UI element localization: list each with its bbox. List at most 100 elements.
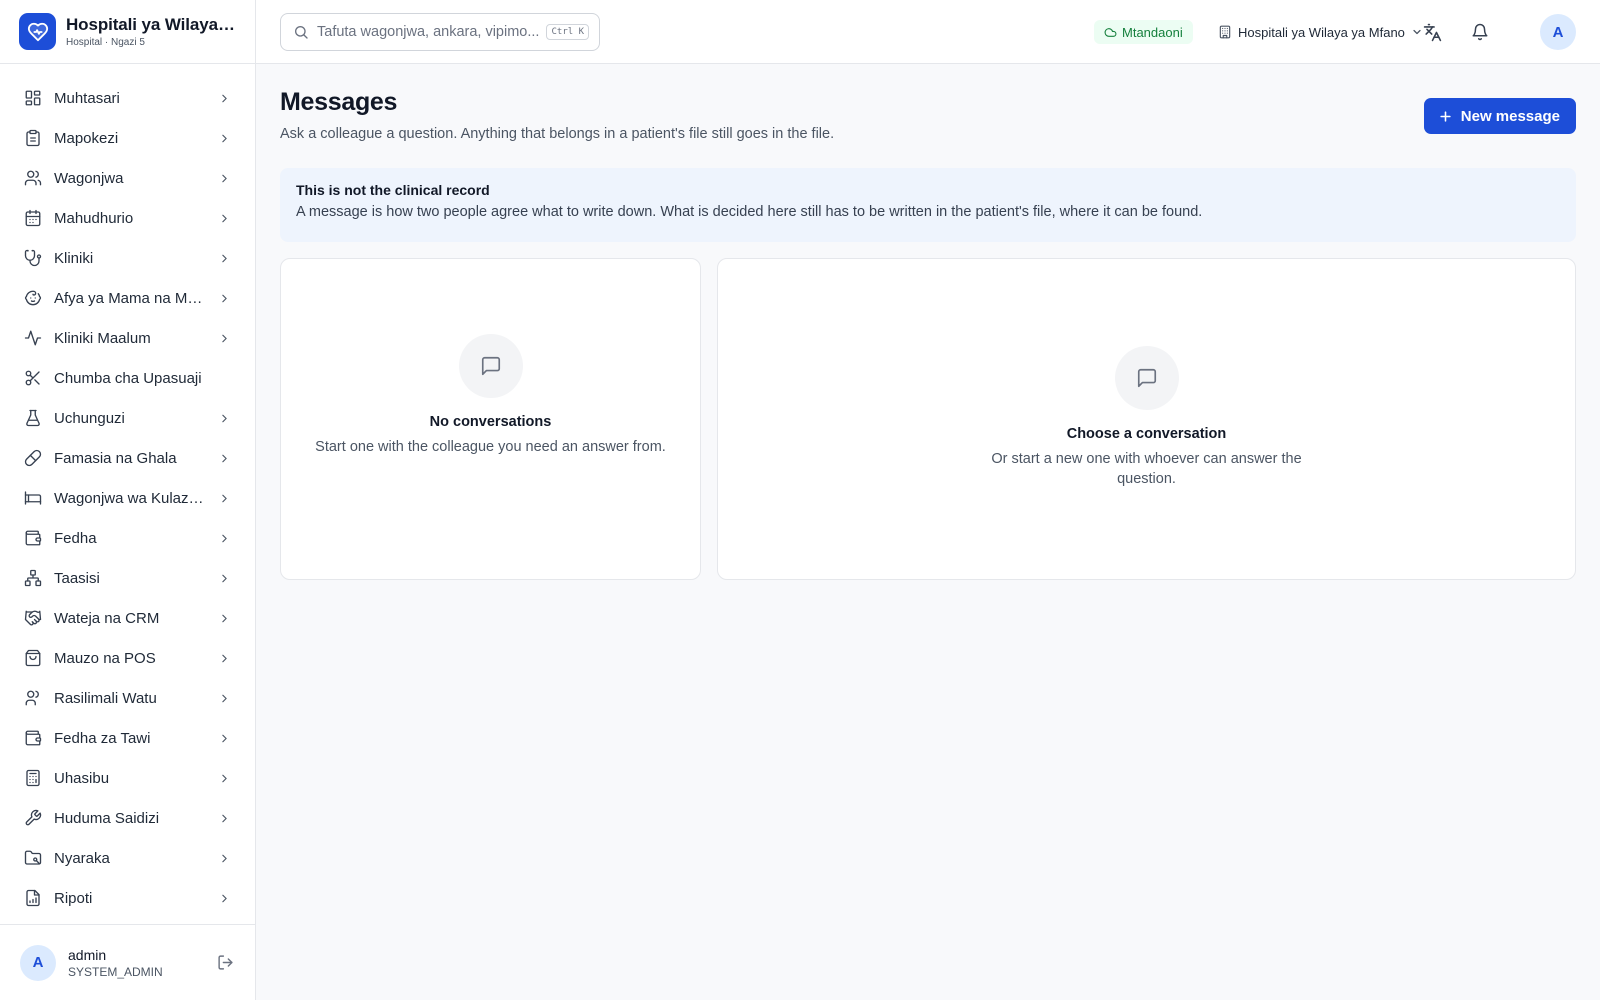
- sidebar-nav: Muhtasari Mapokezi Wagonjwa Mahudhurio Klini…: [0, 64, 255, 918]
- sidebar-item-uchunguzi[interactable]: Uchunguzi: [0, 398, 255, 438]
- cloud-icon: [1104, 27, 1117, 37]
- search-input[interactable]: [317, 24, 547, 40]
- chevron-right-icon: [217, 811, 231, 825]
- user-role: SYSTEM_ADMIN: [68, 964, 163, 979]
- building-icon: [1218, 25, 1232, 39]
- page-title: Messages: [280, 88, 398, 116]
- facility-name: Hospitali ya Wilaya ya Mfano: [1238, 24, 1405, 40]
- brand-subtitle: Hospital · Ngazi 5: [66, 37, 145, 48]
- sidebar-item-wagonjwa-wa-kulazwa[interactable]: Wagonjwa wa Kulazwa: [0, 478, 255, 518]
- sidebar-item-rasilimali-watu[interactable]: Rasilimali Watu: [0, 678, 255, 718]
- user-icon: [24, 689, 42, 707]
- chevron-right-icon: [217, 731, 231, 745]
- chevron-right-icon: [217, 171, 231, 185]
- sidebar-item-label: Wagonjwa wa Kulazwa: [54, 489, 206, 507]
- message-square-icon: [1114, 346, 1179, 410]
- sidebar-item-chumba-cha-upasuaji[interactable]: Chumba cha Upasuaji: [0, 358, 255, 398]
- user-panel: A admin SYSTEM_ADMIN: [0, 924, 255, 1000]
- sidebar-item-mapokezi[interactable]: Mapokezi: [0, 118, 255, 158]
- brand[interactable]: Hospitali ya Wilaya ya Mfano Hospital · …: [0, 0, 255, 64]
- bell-icon[interactable]: [1468, 20, 1492, 44]
- sidebar-item-kliniki-maalum[interactable]: Kliniki Maalum: [0, 318, 255, 358]
- wallet-icon: [24, 729, 42, 747]
- global-search[interactable]: Ctrl K: [280, 13, 600, 51]
- network-icon: [24, 569, 42, 587]
- handshake-icon: [24, 609, 42, 627]
- sidebar-item-label: Mapokezi: [54, 129, 119, 147]
- clipboard-icon: [24, 129, 42, 147]
- chevron-right-icon: [217, 611, 231, 625]
- sidebar-item-fedha-za-tawi[interactable]: Fedha za Tawi: [0, 718, 255, 758]
- calendar-icon: [24, 209, 42, 227]
- sidebar-item-fedha[interactable]: Fedha: [0, 518, 255, 558]
- sidebar-item-label: Famasia na Ghala: [54, 449, 177, 467]
- sidebar-item-wateja-na-crm[interactable]: Wateja na CRM: [0, 598, 255, 638]
- page-subtitle: Ask a colleague a question. Anything tha…: [280, 126, 835, 142]
- wallet-icon: [24, 529, 42, 547]
- sidebar-item-mahudhurio[interactable]: Mahudhurio: [0, 198, 255, 238]
- sidebar-item-label: Muhtasari: [54, 89, 120, 107]
- chevron-right-icon: [217, 851, 231, 865]
- chevron-right-icon: [217, 131, 231, 145]
- notice-text: A message is how two people agree what t…: [296, 204, 1203, 220]
- users-icon: [24, 169, 42, 187]
- brand-name: Hospitali ya Wilaya ya Mfano: [66, 15, 236, 34]
- chevron-right-icon: [217, 451, 231, 465]
- chevron-right-icon: [217, 531, 231, 545]
- chevron-right-icon: [217, 211, 231, 225]
- sidebar-item-label: Ripoti: [54, 889, 93, 907]
- chevron-right-icon: [217, 651, 231, 665]
- dashboard-icon: [24, 89, 42, 107]
- sidebar-item-taasisi[interactable]: Taasisi: [0, 558, 255, 598]
- sidebar-item-label: Uhasibu: [54, 769, 110, 787]
- shopping-bag-icon: [24, 649, 42, 667]
- sidebar-item-label: Fedha za Tawi: [54, 729, 151, 747]
- sidebar-item-famasia-na-ghala[interactable]: Famasia na Ghala: [0, 438, 255, 478]
- logout-icon[interactable]: [215, 953, 235, 973]
- sidebar-item-afya-ya-mama-na-mtoto[interactable]: Afya ya Mama na Mtoto: [0, 278, 255, 318]
- conversations-empty-text: Start one with the colleague you need an…: [315, 439, 666, 455]
- sidebar-item-label: Chumba cha Upasuaji: [54, 369, 202, 387]
- search-shortcut: Ctrl K: [546, 24, 589, 40]
- chevron-right-icon: [217, 571, 231, 585]
- sidebar-item-nyaraka[interactable]: Nyaraka: [0, 838, 255, 878]
- plus-icon: [1438, 109, 1453, 124]
- chevron-right-icon: [217, 691, 231, 705]
- conversation-detail-panel: Choose a conversation Or start a new one…: [717, 258, 1576, 580]
- sidebar-item-label: Taasisi: [54, 569, 100, 587]
- sidebar: Hospitali ya Wilaya ya Mfano Hospital · …: [0, 0, 256, 1000]
- sidebar-item-mauzo-na-pos[interactable]: Mauzo na POS: [0, 638, 255, 678]
- sidebar-item-muhtasari[interactable]: Muhtasari: [0, 78, 255, 118]
- sidebar-item-label: Rasilimali Watu: [54, 689, 157, 707]
- folder-icon: [24, 849, 42, 867]
- language-icon[interactable]: [1420, 20, 1444, 44]
- sidebar-item-label: Kliniki: [54, 249, 94, 267]
- chevron-right-icon: [217, 91, 231, 105]
- sidebar-item-label: Uchunguzi: [54, 409, 125, 427]
- stethoscope-icon: [24, 249, 42, 267]
- sidebar-item-wagonjwa[interactable]: Wagonjwa: [0, 158, 255, 198]
- connection-status-badge: Mtandaoni: [1094, 20, 1193, 44]
- search-icon: [293, 24, 309, 40]
- sidebar-item-label: Wateja na CRM: [54, 609, 160, 627]
- top-bar: Ctrl K Mtandaoni Hospitali ya Wilaya ya …: [256, 0, 1600, 64]
- scissors-icon: [24, 369, 42, 387]
- sidebar-item-ripoti[interactable]: Ripoti: [0, 878, 255, 918]
- user-avatar[interactable]: A: [20, 944, 56, 981]
- new-message-button[interactable]: New message: [1423, 98, 1576, 134]
- detail-empty-text: Or start a new one with whoever can answ…: [991, 451, 1302, 487]
- user-name: admin: [68, 946, 107, 963]
- sidebar-item-label: Kliniki Maalum: [54, 329, 151, 347]
- profile-avatar[interactable]: A: [1540, 14, 1576, 50]
- conversation-list-panel: No conversations Start one with the coll…: [280, 258, 701, 580]
- bed-icon: [24, 489, 42, 507]
- report-icon: [24, 889, 42, 907]
- clinical-record-notice: This is not the clinical record A messag…: [280, 168, 1576, 242]
- facility-switcher[interactable]: Hospitali ya Wilaya ya Mfano: [1218, 20, 1423, 44]
- calculator-icon: [24, 769, 42, 787]
- sidebar-item-huduma-saidizi[interactable]: Huduma Saidizi: [0, 798, 255, 838]
- sidebar-item-uhasibu[interactable]: Uhasibu: [0, 758, 255, 798]
- sidebar-item-label: Mahudhurio: [54, 209, 134, 227]
- sidebar-item-kliniki[interactable]: Kliniki: [0, 238, 255, 278]
- pill-icon: [24, 449, 42, 467]
